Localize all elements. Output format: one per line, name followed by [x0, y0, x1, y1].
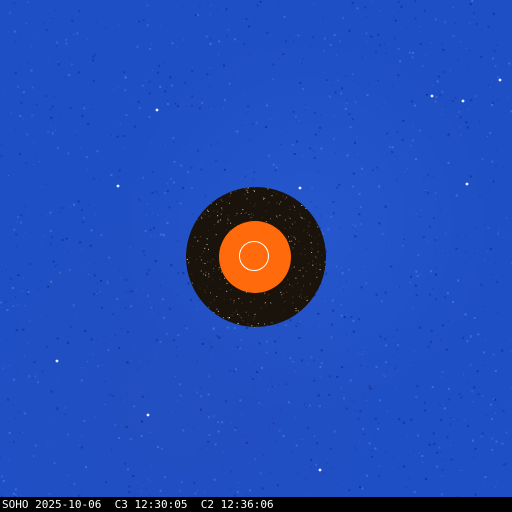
timestamp-caption: SOHO 2025-10-06 C3 12:30:05 C2 12:36:06	[2, 498, 274, 511]
timestamp-bar: SOHO 2025-10-06 C3 12:30:05 C2 12:36:06	[0, 497, 512, 512]
coronagraph-composite: SOHO 2025-10-06 C3 12:30:05 C2 12:36:06	[0, 0, 512, 512]
caption-c3-label: C3	[114, 498, 128, 511]
caption-date: 2025-10-06	[35, 498, 102, 511]
solar-limb-circle	[239, 241, 269, 271]
caption-observatory: SOHO	[2, 498, 29, 511]
caption-c2-time: 12:36:06	[220, 498, 274, 511]
caption-c2-label: C2	[200, 498, 214, 511]
caption-c3-time: 12:30:05	[134, 498, 188, 511]
